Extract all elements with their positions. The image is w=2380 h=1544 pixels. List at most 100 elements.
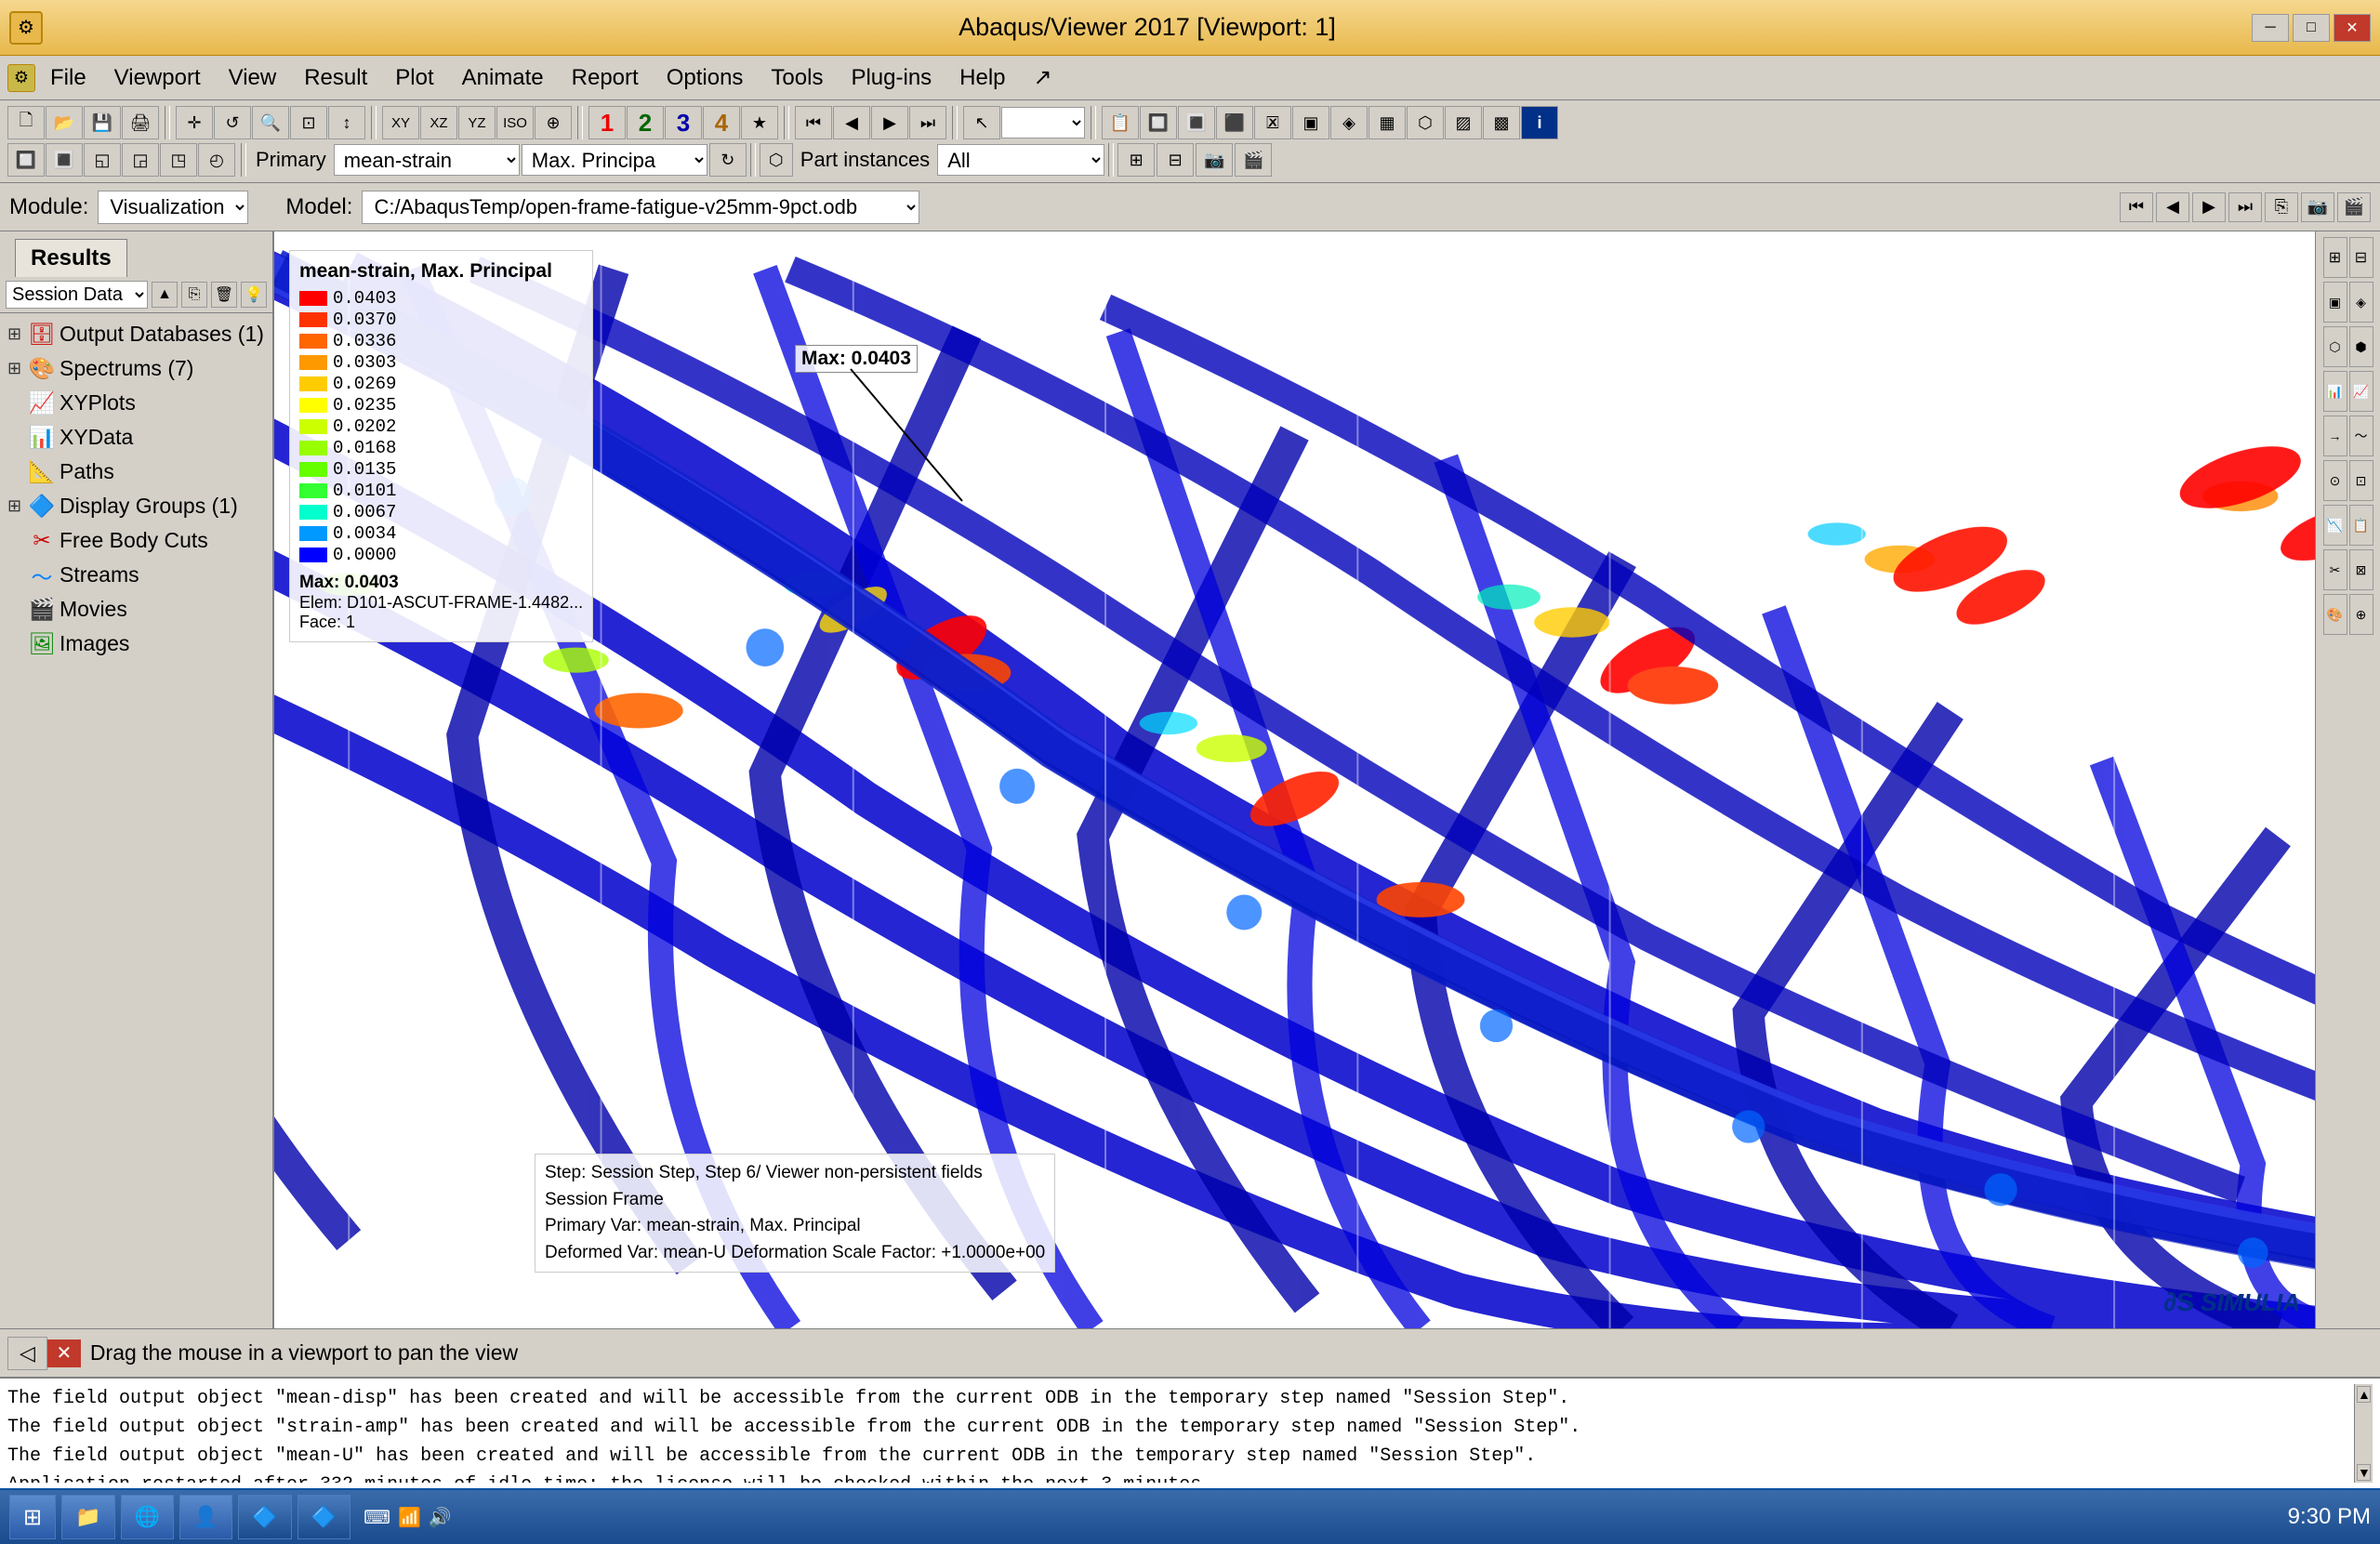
tb-prev[interactable]: ◀ — [833, 106, 870, 139]
menu-view[interactable]: View — [216, 61, 290, 95]
menu-plugins[interactable]: Plug-ins — [838, 61, 945, 95]
minimize-button[interactable]: ─ — [2252, 14, 2289, 42]
nav-cam1[interactable]: 📷 — [2301, 192, 2334, 222]
tb-print[interactable]: 🖨 — [122, 106, 159, 139]
tb-zoom-fit[interactable]: ⊡ — [290, 106, 327, 139]
nav-prev[interactable]: ◀ — [2156, 192, 2189, 222]
rt-btn-6[interactable]: ⬢ — [2349, 326, 2373, 367]
rt-btn-13[interactable]: 📉 — [2323, 505, 2347, 546]
tb-snapshot2[interactable]: 🎬 — [1235, 143, 1272, 177]
tb-refresh[interactable]: ↻ — [709, 143, 747, 177]
tray-volume-icon[interactable]: 🔊 — [429, 1506, 452, 1529]
tb-next[interactable]: ▶ — [871, 106, 908, 139]
nav-cam2[interactable]: 🎬 — [2337, 192, 2371, 222]
tb-num2[interactable]: 2 — [627, 106, 664, 139]
tb-axis[interactable]: ⊕ — [535, 106, 572, 139]
tb-row2-1[interactable]: 🔲 — [7, 143, 45, 177]
rt-btn-7[interactable]: 📊 — [2323, 371, 2347, 412]
tb-row2-5[interactable]: ◳ — [160, 143, 197, 177]
sd-delete-btn[interactable]: 🗑 — [211, 282, 237, 308]
nav-next[interactable]: ▶ — [2192, 192, 2226, 222]
tb-disp-grp1[interactable]: 🔲 — [1140, 106, 1177, 139]
tb-disp-grp3[interactable]: ⬛ — [1216, 106, 1253, 139]
rt-btn-18[interactable]: ⊕ — [2349, 594, 2373, 635]
tb-yz-select[interactable]: YZ — [458, 106, 496, 139]
tb-part-instances-select[interactable]: All — [937, 144, 1104, 176]
tree-item-free-body-cuts[interactable]: ▷ ✂ Free Body Cuts — [0, 523, 272, 558]
tree-item-movies[interactable]: ▷ 🎬 Movies — [0, 592, 272, 627]
tb-num1[interactable]: 1 — [588, 106, 626, 139]
sd-copy-btn[interactable]: ⎘ — [181, 282, 207, 308]
taskbar-app1[interactable]: 👤 — [179, 1495, 232, 1539]
nav-last[interactable]: ⏭ — [2228, 192, 2262, 222]
menu-report[interactable]: Report — [559, 61, 652, 95]
tb-zoom-box[interactable]: 🔍 — [252, 106, 289, 139]
nav-copy[interactable]: ⎘ — [2265, 192, 2298, 222]
tb-zoom-y[interactable]: ↕ — [328, 106, 365, 139]
menu-options[interactable]: Options — [654, 61, 757, 95]
sd-info-btn[interactable]: 💡 — [241, 282, 267, 308]
tb-num3[interactable]: 3 — [665, 106, 702, 139]
rt-btn-16[interactable]: ⊠ — [2349, 549, 2373, 590]
rt-btn-9[interactable]: → — [2323, 416, 2347, 456]
tb-pan[interactable]: ✛ — [176, 106, 213, 139]
tree-item-streams[interactable]: ▷ 〜 Streams — [0, 558, 272, 592]
tree-item-xydata[interactable]: ▷ 📊 XYData — [0, 420, 272, 455]
rt-btn-3[interactable]: ▣ — [2323, 282, 2347, 323]
tb-query[interactable]: 📋 — [1102, 106, 1139, 139]
rt-btn-10[interactable]: 〜 — [2349, 416, 2373, 456]
model-select[interactable]: C:/AbaqusTemp/open-frame-fatigue-v25mm-9… — [362, 191, 919, 224]
results-tab[interactable]: Results — [15, 239, 127, 277]
rt-btn-8[interactable]: 📈 — [2349, 371, 2373, 412]
menu-plot[interactable]: Plot — [382, 61, 446, 95]
tb-cursor[interactable]: ↖ — [963, 106, 1000, 139]
rt-btn-4[interactable]: ◈ — [2349, 282, 2373, 323]
tb-rotate[interactable]: ↺ — [214, 106, 251, 139]
rt-btn-11[interactable]: ⊙ — [2323, 460, 2347, 501]
tree-item-xyplots[interactable]: ▷ 📈 XYPlots — [0, 386, 272, 420]
menu-tools[interactable]: Tools — [758, 61, 836, 95]
nav-first[interactable]: ⏮ — [2120, 192, 2153, 222]
rt-btn-12[interactable]: ⊡ — [2349, 460, 2373, 501]
tree-item-images[interactable]: ▷ 🖼 Images — [0, 627, 272, 661]
tb-row2-3[interactable]: ◱ — [84, 143, 121, 177]
menu-result[interactable]: Result — [291, 61, 380, 95]
pan-cancel-button[interactable]: ✕ — [47, 1339, 81, 1367]
taskbar-abaqus1[interactable]: 🔷 — [238, 1495, 291, 1539]
tb-xz-select[interactable]: XZ — [420, 106, 457, 139]
tree-item-display-groups[interactable]: ⊞ 🔷 Display Groups (1) — [0, 489, 272, 523]
close-button[interactable]: ✕ — [2334, 14, 2371, 42]
rt-btn-1[interactable]: ⊞ — [2323, 237, 2347, 278]
tree-item-paths[interactable]: ▷ 📐 Paths — [0, 455, 272, 489]
tree-item-spectrums[interactable]: ⊞ 🎨 Spectrums (7) — [0, 351, 272, 386]
tb-variable-select[interactable]: mean-strain — [334, 144, 520, 176]
tb-prev-first[interactable]: ⏮ — [795, 106, 832, 139]
tb-component-select[interactable]: Max. Principa — [522, 144, 707, 176]
taskbar-abaqus2[interactable]: 🔷 — [298, 1495, 350, 1539]
taskbar-browser[interactable]: 🌐 — [121, 1495, 174, 1539]
rt-btn-2[interactable]: ⊟ — [2349, 237, 2373, 278]
tb-save[interactable]: 💾 — [84, 106, 121, 139]
tree-item-output-databases[interactable]: ⊞ 🗄 Output Databases (1) — [0, 317, 272, 351]
rt-btn-5[interactable]: ⬡ — [2323, 326, 2347, 367]
tray-network-icon[interactable]: 📶 — [398, 1506, 421, 1529]
tb-render3[interactable]: ▦ — [1368, 106, 1406, 139]
menu-help[interactable]: Help — [946, 61, 1018, 95]
tb-disp-grp2[interactable]: 🔳 — [1178, 106, 1215, 139]
log-scrollbar[interactable]: ▲ ▼ — [2354, 1384, 2373, 1483]
module-select[interactable]: Visualization — [98, 191, 248, 224]
maximize-button[interactable]: □ — [2293, 14, 2330, 42]
menu-viewport[interactable]: Viewport — [101, 61, 214, 95]
tb-snapshot1[interactable]: 📷 — [1196, 143, 1233, 177]
session-data-select[interactable]: Session Data — [6, 281, 148, 309]
tb-view3d[interactable]: 🗷 — [1254, 106, 1291, 139]
tb-info[interactable]: i — [1521, 106, 1558, 139]
log-scroll-up[interactable]: ▲ — [2357, 1386, 2371, 1403]
start-button[interactable]: ⊞ — [9, 1495, 56, 1539]
tb-star[interactable]: ★ — [741, 106, 778, 139]
tb-all-select[interactable]: All — [1001, 107, 1085, 139]
rt-btn-17[interactable]: 🎨 — [2323, 594, 2347, 635]
tb-render2[interactable]: ◈ — [1330, 106, 1368, 139]
tb-iso[interactable]: ISO — [496, 106, 534, 139]
tb-xy-select[interactable]: XY — [382, 106, 419, 139]
